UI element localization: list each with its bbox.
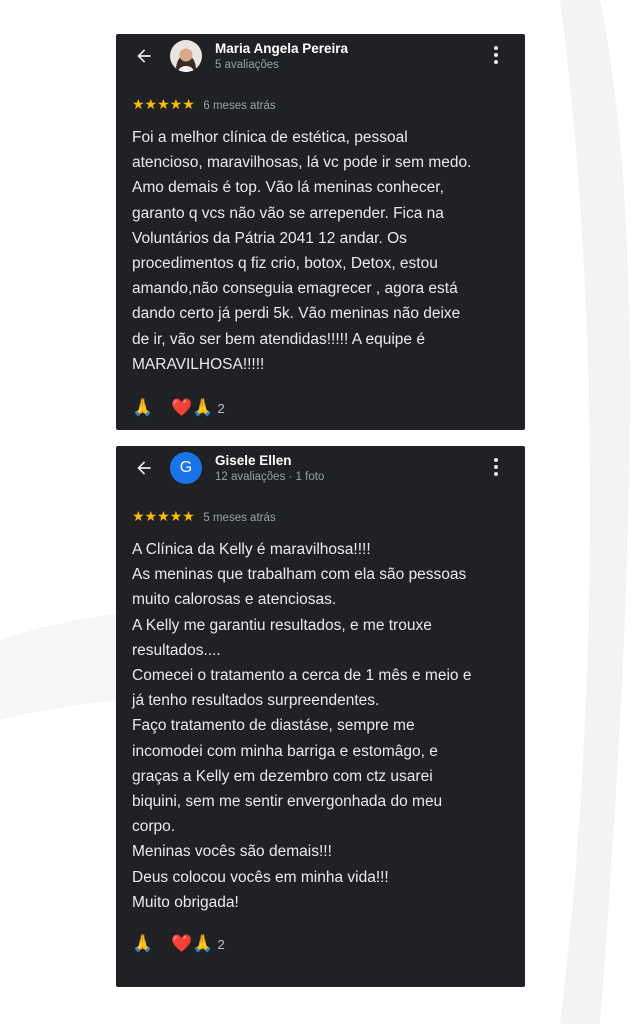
reaction-summary[interactable]: ❤️🙏 — [171, 398, 213, 418]
review-line: já tenho resultados surpreendentes. — [132, 692, 380, 710]
author-name[interactable]: Maria Angela Pereira — [215, 41, 348, 56]
review-line: Comecei o tratamento a cerca de 1 mês e … — [132, 667, 472, 685]
reaction-count: 2 — [217, 400, 225, 416]
author-meta: 12 avaliações · 1 foto — [215, 471, 325, 483]
star-rating: ★★★★★ — [132, 508, 195, 524]
review-line: biquini, sem me sentir envergonhada do m… — [132, 793, 443, 811]
review-line: muito calorosas e atenciosas. — [132, 591, 337, 609]
review-line: resultados.... — [132, 641, 221, 659]
review-line: MARAVILHOSA!!!!! — [132, 355, 265, 373]
review-line: de ir, vão ser bem atendidas!!!!! A equi… — [132, 330, 425, 348]
review-line: Foi a melhor clínica de estética, pessoa… — [132, 129, 408, 146]
review-line: amando,não conseguia emagrecer , agora e… — [132, 280, 458, 298]
author-name[interactable]: Gisele Ellen — [215, 453, 292, 468]
back-arrow-icon[interactable] — [134, 46, 154, 66]
reaction-summary[interactable]: ❤️🙏 — [171, 934, 213, 954]
review-line: atencioso, maravilhosas, lá vc pode ir s… — [132, 154, 472, 172]
reaction-count: 2 — [217, 936, 225, 952]
review-line: Faço tratamento de diastáse, sempre me — [132, 717, 415, 735]
praying-hands-icon[interactable]: 🙏 — [132, 934, 153, 954]
review-text: Foi a melhor clínica de estética, pessoa… — [132, 125, 512, 377]
star-rating: ★★★★★ — [132, 96, 195, 112]
review-line: Amo demais é top. Vão lá meninas conhece… — [132, 179, 444, 197]
review-line: Muito obrigada! — [132, 893, 239, 911]
author-meta: 5 avaliações — [215, 59, 279, 71]
review-card: G Gisele Ellen 12 avaliações · 1 foto ★★… — [116, 446, 525, 987]
review-line: Deus colocou vocês em minha vida!!! — [132, 868, 389, 886]
review-line: A Clínica da Kelly é maravilhosa!!!! — [132, 541, 371, 558]
avatar[interactable] — [170, 40, 202, 72]
avatar-photo — [170, 40, 202, 72]
review-line: procedimentos q fiz crio, botox, Detox, … — [132, 255, 438, 273]
review-line: A Kelly me garantiu resultados, e me tro… — [132, 616, 432, 634]
review-line: incomodei com minha barriga e estomâgo, … — [132, 742, 438, 760]
review-line: As meninas que trabalham com ela são pes… — [132, 566, 467, 584]
review-header: G Gisele Ellen 12 avaliações · 1 foto — [116, 446, 525, 490]
review-date: 6 meses atrás — [203, 100, 276, 112]
review-line: Meninas vocês são demais!!! — [132, 843, 332, 861]
rating-row: ★★★★★ 5 meses atrás — [132, 508, 276, 525]
review-line: dando certo já perdi 5k. Vão meninas não… — [132, 305, 461, 323]
review-date: 5 meses atrás — [203, 512, 276, 524]
review-text: A Clínica da Kelly é maravilhosa!!!! As … — [132, 537, 512, 915]
praying-hands-icon[interactable]: 🙏 — [132, 398, 153, 418]
more-vert-icon[interactable] — [493, 46, 499, 66]
reactions-row: 🙏 ❤️🙏 2 — [132, 934, 225, 954]
back-arrow-icon[interactable] — [134, 458, 154, 478]
review-header: Maria Angela Pereira 5 avaliações — [116, 34, 525, 78]
review-card: Maria Angela Pereira 5 avaliações ★★★★★ … — [116, 34, 525, 430]
review-line: corpo. — [132, 818, 176, 836]
reactions-row: 🙏 ❤️🙏 2 — [132, 398, 225, 418]
review-line: graças a Kelly em dezembro com ctz usare… — [132, 767, 433, 785]
more-vert-icon[interactable] — [493, 458, 499, 478]
avatar[interactable]: G — [170, 452, 202, 484]
review-line: garanto q vcs não vão se arrepender. Fic… — [132, 204, 444, 222]
rating-row: ★★★★★ 6 meses atrás — [132, 96, 276, 113]
review-line: Voluntários da Pátria 2041 12 andar. Os — [132, 229, 407, 247]
